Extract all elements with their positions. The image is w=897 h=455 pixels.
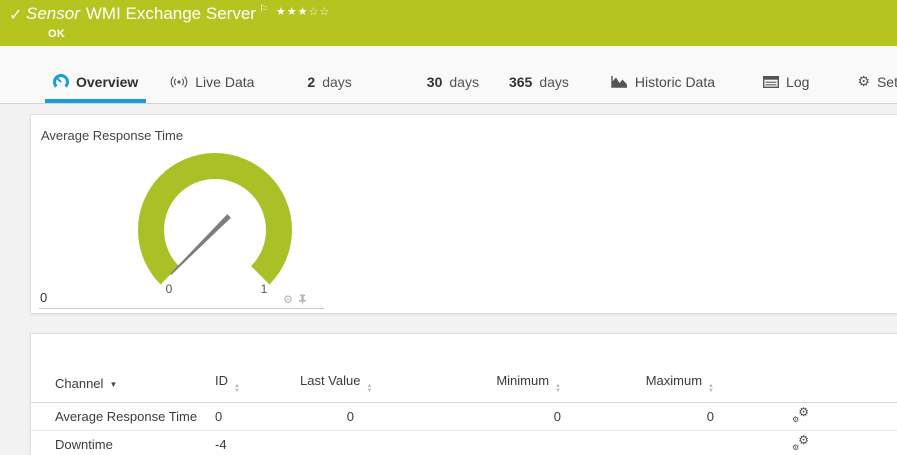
column-label: Minimum — [496, 373, 550, 388]
tab-2-days[interactable]: 2 days — [299, 46, 359, 103]
column-header-last-value[interactable]: Last Value ▲ ▼ — [300, 373, 380, 403]
gauge-panel: Average Response Time 0 1 0 ⚙ — [30, 114, 897, 314]
channel-settings-icon[interactable]: ⚙ ⚙ — [792, 433, 809, 452]
last-value-cell: 0 — [300, 402, 380, 431]
tab-live-data[interactable]: Live Data — [162, 46, 262, 103]
maximum-cell: 0 — [565, 402, 718, 431]
gauge-needle — [170, 214, 231, 275]
page-title: WMI Exchange Server — [85, 4, 256, 23]
channel-table-panel: Channel ▼ ID ▲ ▼ Last Value ▲ ▼ Minimum ▲ ▼ Max… — [30, 333, 897, 455]
channel-settings-icon[interactable]: ⚙ ⚙ — [792, 405, 809, 424]
tab-label: Overview — [76, 73, 139, 90]
gauge-icon — [53, 74, 69, 88]
status-badge: OK — [48, 28, 66, 40]
table-row: Downtime -4 ⚙ ⚙ — [31, 430, 897, 455]
id-cell: 0 — [215, 402, 300, 431]
column-header-id[interactable]: ID ▲ ▼ — [215, 373, 300, 403]
column-header-minimum[interactable]: Minimum ▲ ▼ — [380, 373, 565, 403]
table-row: Average Response Time 0 0 0 0 ⚙ ⚙ — [31, 402, 897, 431]
gauge-scale-min: 0 — [165, 282, 173, 296]
sensor-title-row: Sensor WMI Exchange Server ⚐ ★★★☆☆ — [26, 4, 330, 24]
tab-30-days[interactable]: 30 days — [419, 46, 487, 103]
column-label: Channel — [55, 376, 104, 391]
tab-365-days[interactable]: 365 days — [501, 46, 577, 103]
actions-cell: ⚙ ⚙ — [718, 402, 897, 431]
tab-label: days — [449, 73, 479, 90]
last-value-cell — [300, 430, 380, 455]
active-tab-underline — [45, 99, 147, 103]
column-header-maximum[interactable]: Maximum ▲ ▼ — [565, 373, 718, 403]
tab-label: Live Data — [195, 73, 255, 90]
gauge-toolbar: ⚙ — [283, 294, 307, 306]
tab-overview[interactable]: Overview — [45, 46, 147, 103]
tab-label: Log — [786, 73, 810, 90]
area-chart-icon — [611, 76, 627, 88]
tab-historic-data[interactable]: Historic Data — [603, 46, 723, 103]
minimum-cell: 0 — [380, 402, 565, 431]
column-label: Last Value — [300, 373, 361, 388]
gauge-axis-line — [39, 308, 324, 309]
column-label: Maximum — [645, 373, 703, 388]
gauge-settings-gear-icon[interactable]: ⚙ — [283, 294, 293, 306]
sort-icon: ▲ ▼ — [366, 383, 373, 394]
gear-icon: ⚙ — [857, 73, 870, 89]
priority-stars[interactable]: ★★★☆☆ — [276, 6, 330, 18]
gauge-scale-max: 1 — [260, 282, 268, 296]
maximum-cell — [565, 430, 718, 455]
sensor-type-label: Sensor — [26, 4, 80, 23]
sort-icon: ▲ ▼ — [708, 383, 714, 394]
channel-table: Channel ▼ ID ▲ ▼ Last Value ▲ ▼ Minimum ▲ ▼ Max… — [31, 373, 897, 455]
column-label: ID — [215, 373, 228, 388]
tab-number: 30 — [426, 73, 443, 90]
tab-number: 365 — [508, 73, 533, 90]
minimum-cell — [380, 430, 565, 455]
tab-bar: Overview Live Data 2 days 30 days 365 da… — [0, 46, 897, 104]
log-list-icon — [763, 75, 780, 88]
status-ok-check-icon: ✓ — [9, 7, 23, 24]
id-cell: -4 — [215, 430, 300, 455]
pin-icon[interactable] — [298, 294, 307, 306]
channel-name-cell[interactable]: Downtime — [31, 430, 215, 455]
axis-min-label: 0 — [40, 290, 48, 305]
flag-icon[interactable]: ⚐ — [259, 4, 268, 15]
column-header-channel[interactable]: Channel ▼ — [31, 373, 215, 403]
actions-cell: ⚙ ⚙ — [718, 430, 897, 455]
tab-settings[interactable]: ⚙ Settings — [849, 46, 897, 103]
sort-icon: ▲ ▼ — [234, 383, 240, 394]
tab-label: days — [322, 73, 352, 90]
tab-log[interactable]: Log — [755, 46, 817, 103]
tab-label: days — [539, 73, 569, 90]
column-header-actions — [718, 373, 897, 403]
sensor-header: ✓ Sensor WMI Exchange Server ⚐ ★★★☆☆ OK — [0, 0, 897, 46]
tab-number: 2 — [307, 73, 316, 90]
sort-icon: ▲ ▼ — [555, 383, 561, 394]
table-header-row: Channel ▼ ID ▲ ▼ Last Value ▲ ▼ Minimum ▲ ▼ Max… — [31, 373, 897, 403]
tab-label: Settings — [876, 73, 897, 90]
channel-name-cell[interactable]: Average Response Time — [31, 402, 215, 431]
tab-label: Historic Data — [634, 73, 716, 90]
broadcast-icon — [170, 75, 188, 88]
response-time-gauge — [138, 153, 292, 285]
sort-desc-icon: ▼ — [109, 380, 118, 389]
